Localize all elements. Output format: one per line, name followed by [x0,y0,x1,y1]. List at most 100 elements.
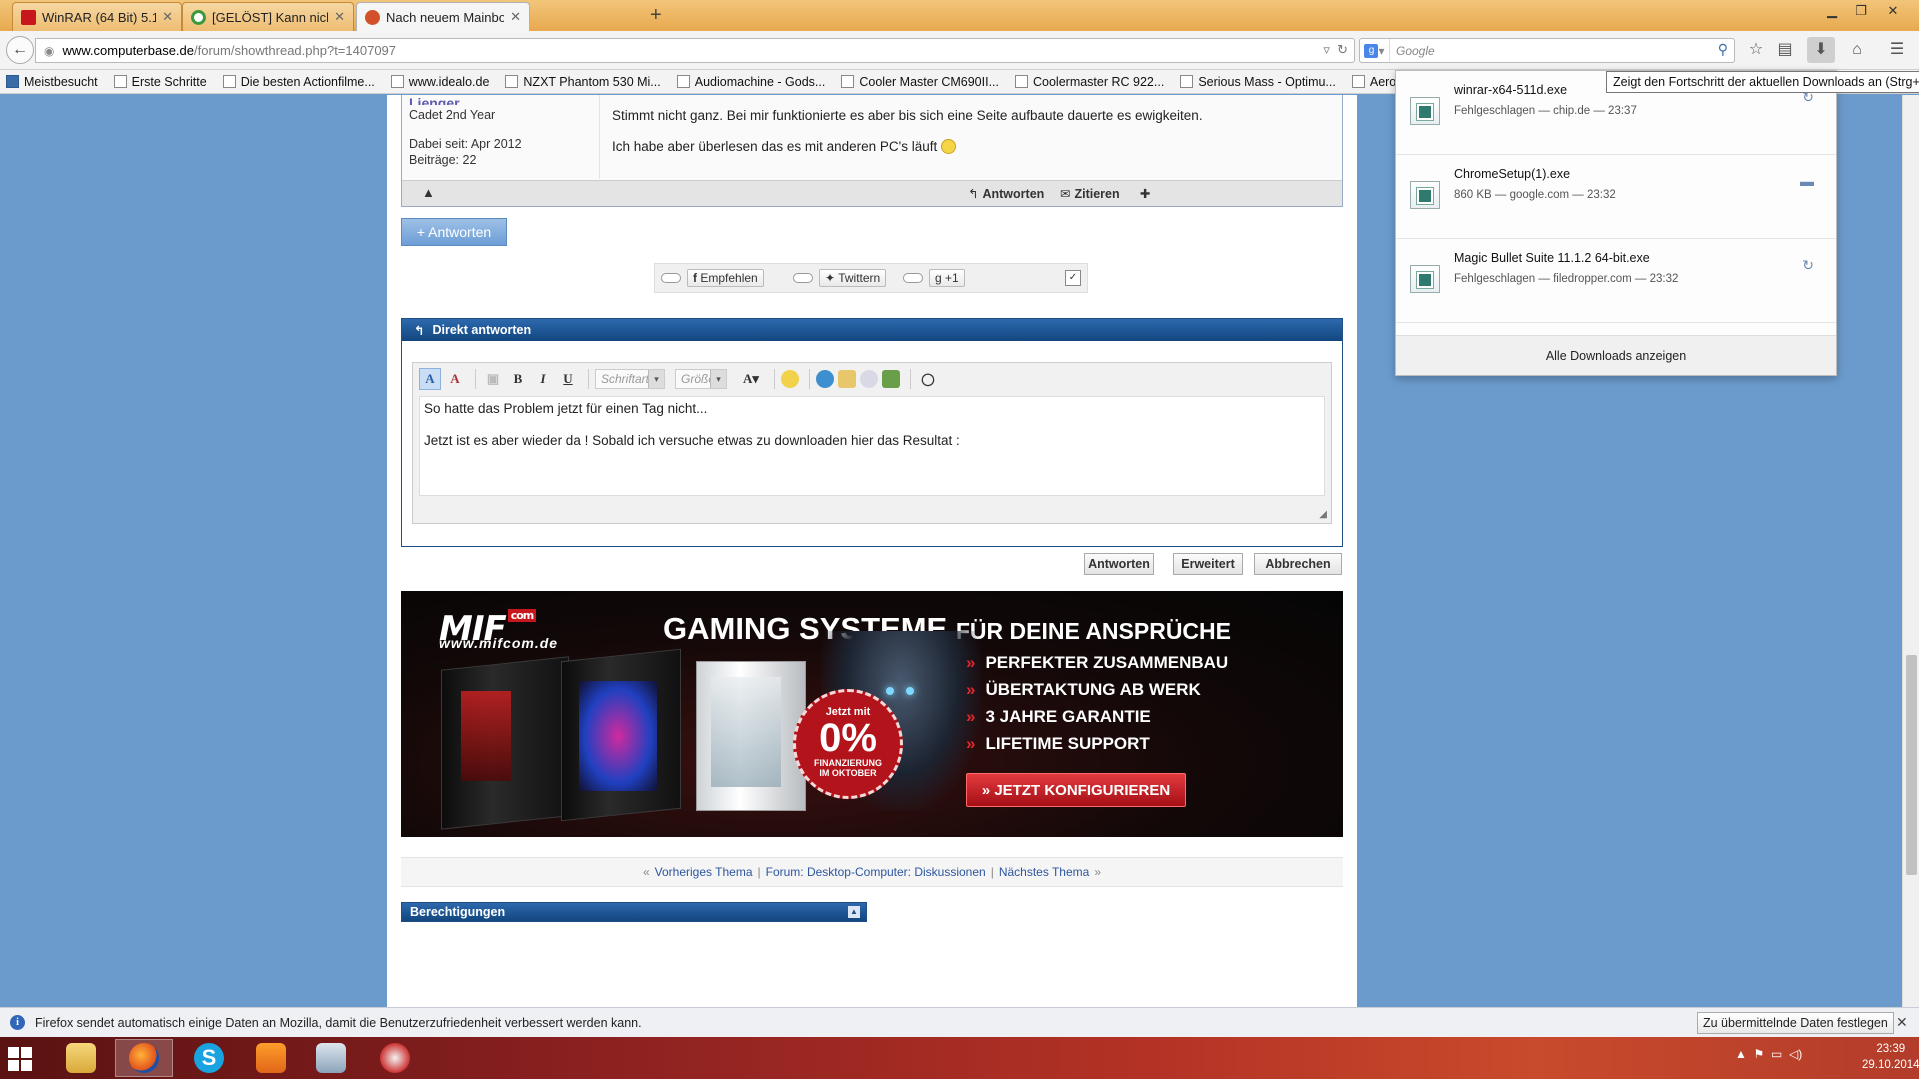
minimize-button[interactable]: ▁ [1817,3,1847,19]
cancel-button[interactable]: Abbrechen [1254,553,1342,575]
permissions-header[interactable]: Berechtigungen ▲ [401,902,867,922]
search-icon[interactable]: ⚲ [1718,41,1728,58]
new-tab-button[interactable]: + [650,4,662,27]
bold-icon[interactable]: B [507,368,529,390]
toggle-icon[interactable] [661,273,681,283]
reply-button[interactable]: + Antworten [401,218,507,246]
explorer-taskbar-button[interactable] [52,1039,110,1077]
toggle-icon[interactable] [793,273,813,283]
scrollbar-thumb[interactable] [1906,655,1917,875]
url-bar[interactable]: ◉ www.computerbase.de /forum/showthread.… [35,38,1355,63]
bookmark-item[interactable]: Serious Mass - Optimu... [1180,75,1336,89]
bookmark-item[interactable]: Erste Schritte [113,75,207,89]
thread-navigation: «Vorheriges Thema | Forum: Desktop-Comput… [401,857,1343,887]
ad-banner[interactable]: MIF com www.mifcom.de GAMING SYSTEME FÜR … [401,591,1343,837]
post-count: Beiträge: 22 [409,153,477,167]
settings-icon[interactable]: ✓ [1065,270,1081,286]
download-item[interactable]: Magic Bullet Suite 11.1.2 64-bit.exe Feh… [1396,239,1836,323]
forum-link[interactable]: Forum: Desktop-Computer: Diskussionen [766,865,986,879]
site-identity-icon[interactable]: ◉ [44,44,54,58]
facebook-icon: f [693,271,697,285]
clock[interactable]: 23:39 29.10.2014 [1862,1041,1919,1073]
app-taskbar-button[interactable] [302,1039,360,1077]
restore-button[interactable]: ❐ [1846,3,1876,19]
download-status: Fehlgeschlagen — filedropper.com — 23:32 [1454,273,1679,285]
text-color-icon[interactable]: A▾ [737,368,765,390]
vlc-taskbar-button[interactable] [242,1039,300,1077]
search-bar[interactable]: g ▾ Google ⚲ [1359,38,1735,63]
firefox-taskbar-button[interactable] [115,1039,173,1077]
home-icon[interactable]: ⌂ [1843,37,1871,63]
bookmark-item[interactable]: www.idealo.de [390,75,489,89]
retry-icon[interactable]: ↻ [1802,257,1814,274]
font-select[interactable]: Schriftart ▾ [595,369,665,389]
page-scrollbar[interactable] [1902,95,1919,1007]
message-textarea[interactable]: So hatte das Problem jetzt für einen Tag… [419,396,1325,496]
previous-thread-link[interactable]: Vorheriges Thema [655,865,753,879]
page-icon [841,75,855,88]
username-link[interactable]: Lienger [409,95,592,105]
downloads-icon[interactable]: ⬇ [1807,37,1835,63]
image-icon[interactable] [882,370,900,388]
open-folder-icon[interactable]: ▬ [1800,173,1814,189]
advanced-button[interactable]: Erweitert [1173,553,1243,575]
downloads-tooltip: Zeigt den Fortschritt der aktuellen Down… [1606,71,1919,93]
page-icon [1180,75,1194,88]
smiley-picker-icon[interactable] [781,370,799,388]
tab-winrar[interactable]: WinRAR (64 Bit) 5.11 Deuts... ✕ [12,2,182,31]
bookmark-item[interactable]: NZXT Phantom 530 Mi... [505,75,661,89]
unlink-icon[interactable] [860,370,878,388]
reload-icon[interactable]: ▿ ↻ [1323,42,1348,58]
post-reply-button[interactable]: ↰ Antworten [968,186,1044,201]
folder-icon [6,75,19,88]
show-all-downloads-button[interactable]: Alle Downloads anzeigen [1396,335,1836,375]
collapse-icon[interactable]: ▲ [848,906,860,918]
bookmark-item[interactable]: Audiomachine - Gods... [676,75,825,89]
quote-button[interactable]: ✉ Zitieren [1060,186,1120,201]
choose-data-button[interactable]: Zu übermittelnde Daten festlegen [1697,1012,1894,1034]
close-tab-icon[interactable]: ✕ [162,9,173,25]
close-icon[interactable]: ✕ [1896,1014,1908,1031]
tab-current[interactable]: Nach neuem Mainboard u... ✕ [356,2,530,31]
app-taskbar-button[interactable] [366,1039,424,1077]
quote-block-icon[interactable]: ◯ [917,368,939,390]
bookmark-item[interactable]: Coolermaster RC 922... [1015,75,1164,89]
size-select[interactable]: Größe ▾ [675,369,727,389]
windows-taskbar: S ▲ ⚑ ▭ ◁) 23:39 29.10.2014 [0,1037,1919,1079]
start-button[interactable] [8,1047,32,1071]
bookmark-item[interactable]: Cooler Master CM690II... [841,75,999,89]
download-item[interactable]: ChromeSetup(1).exe 860 KB — google.com —… [1396,155,1836,239]
remove-format-icon[interactable]: A [444,368,466,390]
tab-label: Nach neuem Mainboard u... [386,9,505,25]
tab-geloest[interactable]: [GELÖST] Kann nichts meh... ✕ [182,2,354,31]
link-icon[interactable] [816,370,834,388]
google-engine-icon[interactable]: g ▾ [1360,39,1390,62]
wysiwyg-toggle-icon[interactable]: A [419,368,441,390]
close-tab-icon[interactable]: ✕ [510,9,521,25]
bookmark-item[interactable]: Die besten Actionfilme... [222,75,375,89]
back-button[interactable]: ← [6,36,34,64]
submit-reply-button[interactable]: Antworten [1084,553,1154,575]
twitter-share[interactable]: ✦ Twittern [793,269,887,287]
italic-icon[interactable]: I [532,368,554,390]
next-thread-link[interactable]: Nächstes Thema [999,865,1090,879]
close-tab-icon[interactable]: ✕ [334,9,345,25]
skype-taskbar-button[interactable]: S [180,1039,238,1077]
resize-handle-icon[interactable]: ◢ [1319,509,1327,520]
bookmark-most-visited[interactable]: Meistbesucht [6,75,98,89]
multiquote-icon[interactable]: ✚ [1140,186,1150,201]
facebook-share[interactable]: f Empfehlen [661,269,764,287]
system-tray[interactable]: ▲ ⚑ ▭ ◁) [1735,1047,1802,1061]
close-window-button[interactable]: ✕ [1878,3,1908,19]
menu-icon[interactable]: ☰ [1883,37,1911,63]
bookmark-star-icon[interactable]: ☆ [1742,37,1770,63]
bookmarks-menu-icon[interactable]: ▤ [1771,37,1799,63]
email-icon[interactable] [838,370,856,388]
report-icon[interactable]: ▲ [422,185,435,200]
underline-icon[interactable]: U [557,368,579,390]
paste-icon[interactable]: ▣ [482,368,504,390]
downloads-panel: winrar-x64-511d.exe Fehlgeschlagen — chi… [1395,70,1837,376]
toggle-icon[interactable] [903,273,923,283]
ad-cta-button[interactable]: » JETZT KONFIGURIEREN [966,773,1186,807]
gplus-share[interactable]: g +1 [903,269,965,287]
